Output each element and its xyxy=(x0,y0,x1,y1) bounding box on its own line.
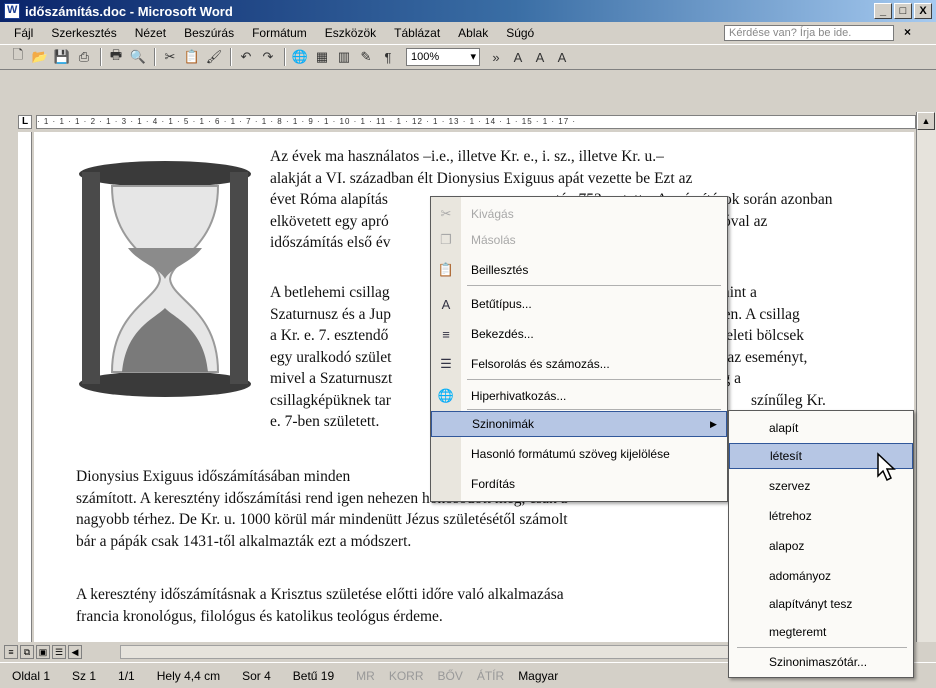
tab-selector[interactable]: L xyxy=(18,115,32,129)
status-column: Betű 19 xyxy=(292,668,335,683)
cut-icon[interactable]: ✂ xyxy=(160,47,180,67)
bullets-icon: ☰ xyxy=(440,356,452,371)
font-color-icon[interactable]: A xyxy=(552,47,572,67)
ctx-cut[interactable]: ✂ Kivágás xyxy=(431,201,727,227)
columns-icon[interactable]: ▥ xyxy=(334,47,354,67)
maximize-button[interactable]: □ xyxy=(894,3,912,19)
menu-bar: Fájl Szerkesztés Nézet Beszúrás Formátum… xyxy=(0,22,936,44)
ctx-bullets[interactable]: ☰ Felsorolás és számozás... xyxy=(431,351,727,377)
scroll-left-icon[interactable]: ◀ xyxy=(68,645,82,659)
toolbar-separator xyxy=(100,48,102,66)
status-section: Sz 1 xyxy=(72,668,97,683)
submenu-arrow-icon: ▶ xyxy=(710,418,717,429)
ctx-select-similar[interactable]: Hasonló formátumú szöveg kijelölése xyxy=(431,441,727,467)
ctx-translate[interactable]: Fordítás xyxy=(431,471,727,497)
ctx-copy[interactable]: ❐ Másolás xyxy=(431,227,727,253)
paste-icon: 📋 xyxy=(437,262,455,277)
drawing-icon[interactable]: ✎ xyxy=(356,47,376,67)
status-pages: 1/1 xyxy=(118,668,135,683)
menu-separator xyxy=(467,409,721,410)
print-layout-view-icon[interactable]: ▣ xyxy=(36,645,50,659)
menu-separator xyxy=(737,647,907,648)
title-bar: időszámítás.doc - Microsoft Word _ □ X xyxy=(0,0,936,22)
toolbar-separator xyxy=(230,48,232,66)
status-track-changes[interactable]: KORR xyxy=(389,669,424,683)
menu-window[interactable]: Ablak xyxy=(458,26,488,40)
outline-view-icon[interactable]: ☰ xyxy=(52,645,66,659)
print-icon[interactable]: 🖶 xyxy=(106,47,126,67)
synonyms-submenu: alapít létesít szervez létrehoz alapoz a… xyxy=(728,410,914,678)
normal-view-icon[interactable]: ≡ xyxy=(4,645,18,659)
mouse-pointer-icon xyxy=(877,452,896,482)
standard-toolbar: 🗋 📂 💾 ⎙ 🖶 🔍 ✂ 📋 🖌 ↶ ↷ 🌐 ▦ ▥ ✎ ¶ 100% » A… xyxy=(0,44,936,70)
redo-icon[interactable]: ↷ xyxy=(258,47,278,67)
menu-view[interactable]: Nézet xyxy=(135,26,166,40)
style-icon[interactable]: A xyxy=(508,47,528,67)
menu-format[interactable]: Formátum xyxy=(252,26,307,40)
ctx-paste[interactable]: 📋 Beillesztés xyxy=(431,257,727,283)
ctx-synonyms[interactable]: Szinonimák ▶ xyxy=(431,411,727,437)
print-preview-icon[interactable]: 🔍 xyxy=(128,47,148,67)
ctx-paragraph[interactable]: ≡ Bekezdés... xyxy=(431,321,727,347)
menu-separator xyxy=(467,379,721,380)
save-icon[interactable]: 💾 xyxy=(52,47,72,67)
zoom-dropdown[interactable]: 100% xyxy=(406,48,480,66)
toolbar-more-icon[interactable]: » xyxy=(486,47,506,67)
synonym-item[interactable]: létrehoz xyxy=(729,503,913,529)
hourglass-image[interactable] xyxy=(76,158,254,400)
minimize-button[interactable]: _ xyxy=(874,3,892,19)
document-close-button[interactable]: × xyxy=(904,25,911,39)
synonym-item[interactable]: adományoz xyxy=(729,563,913,589)
show-formatting-icon[interactable]: ¶ xyxy=(378,47,398,67)
synonym-item[interactable]: alapoz xyxy=(729,533,913,559)
menu-insert[interactable]: Beszúrás xyxy=(184,26,234,40)
synonym-item[interactable]: alapít xyxy=(729,415,913,441)
open-folder-icon[interactable]: 📂 xyxy=(30,47,50,67)
menu-edit[interactable]: Szerkesztés xyxy=(51,26,116,40)
web-view-icon[interactable]: ⧉ xyxy=(20,645,34,659)
thesaurus-item[interactable]: Szinonimaszótár... xyxy=(729,649,913,675)
menu-file[interactable]: Fájl xyxy=(14,26,33,40)
status-line: Sor 4 xyxy=(242,668,271,683)
status-macro-record[interactable]: MR xyxy=(356,669,375,683)
hyperlink-icon[interactable]: 🌐 xyxy=(290,47,310,67)
status-language[interactable]: Magyar xyxy=(518,669,558,683)
vertical-ruler[interactable] xyxy=(18,132,32,642)
status-position: Hely 4,4 cm xyxy=(156,668,221,683)
hyperlink-icon: 🌐 xyxy=(437,388,455,403)
ruler-scale[interactable]: · 1 · 1 · 1 · 2 · 1 · 3 · 1 · 4 · 1 · 5 … xyxy=(36,115,916,129)
close-button[interactable]: X xyxy=(914,3,932,19)
cut-icon: ✂ xyxy=(440,206,452,221)
word-app-icon[interactable] xyxy=(4,3,20,19)
horizontal-ruler[interactable]: L · 1 · 1 · 1 · 2 · 1 · 3 · 1 · 4 · 1 · … xyxy=(0,112,936,132)
menu-table[interactable]: Táblázat xyxy=(394,26,440,40)
synonym-item[interactable]: megteremt xyxy=(729,619,913,645)
underline-icon[interactable]: A xyxy=(530,47,550,67)
status-extend[interactable]: BŐV xyxy=(438,669,463,683)
copy-icon: ❐ xyxy=(440,232,452,247)
status-page: Oldal 1 xyxy=(12,668,51,683)
table-icon[interactable]: ▦ xyxy=(312,47,332,67)
ctx-hyperlink[interactable]: 🌐 Hiperhivatkozás... xyxy=(431,383,727,409)
new-document-icon[interactable]: 🗋 xyxy=(8,47,28,67)
help-question-input[interactable]: Kérdése van? Írja be ide. xyxy=(724,25,894,41)
window-title: időszámítás.doc - Microsoft Word xyxy=(25,3,233,19)
ctx-font[interactable]: A Betűtípus... xyxy=(431,291,727,317)
paste-icon[interactable]: 📋 xyxy=(182,47,202,67)
menu-tools[interactable]: Eszközök xyxy=(325,26,376,40)
menu-separator xyxy=(467,285,721,286)
scroll-up-icon[interactable]: ▲ xyxy=(917,112,935,130)
status-overtype[interactable]: ÁTÍR xyxy=(477,669,504,683)
menu-help[interactable]: Súgó xyxy=(506,26,534,40)
context-menu: ✂ Kivágás ❐ Másolás 📋 Beillesztés A Betű… xyxy=(430,196,728,502)
font-icon: A xyxy=(441,296,451,312)
format-painter-icon[interactable]: 🖌 xyxy=(204,47,224,67)
permission-icon[interactable]: ⎙ xyxy=(74,47,94,67)
undo-icon[interactable]: ↶ xyxy=(236,47,256,67)
synonym-item[interactable]: alapítványt tesz xyxy=(729,591,913,617)
vertical-scrollbar[interactable]: ▲ xyxy=(916,112,936,642)
toolbar-separator xyxy=(284,48,286,66)
paragraph-icon: ≡ xyxy=(442,326,450,342)
toolbar-separator xyxy=(154,48,156,66)
